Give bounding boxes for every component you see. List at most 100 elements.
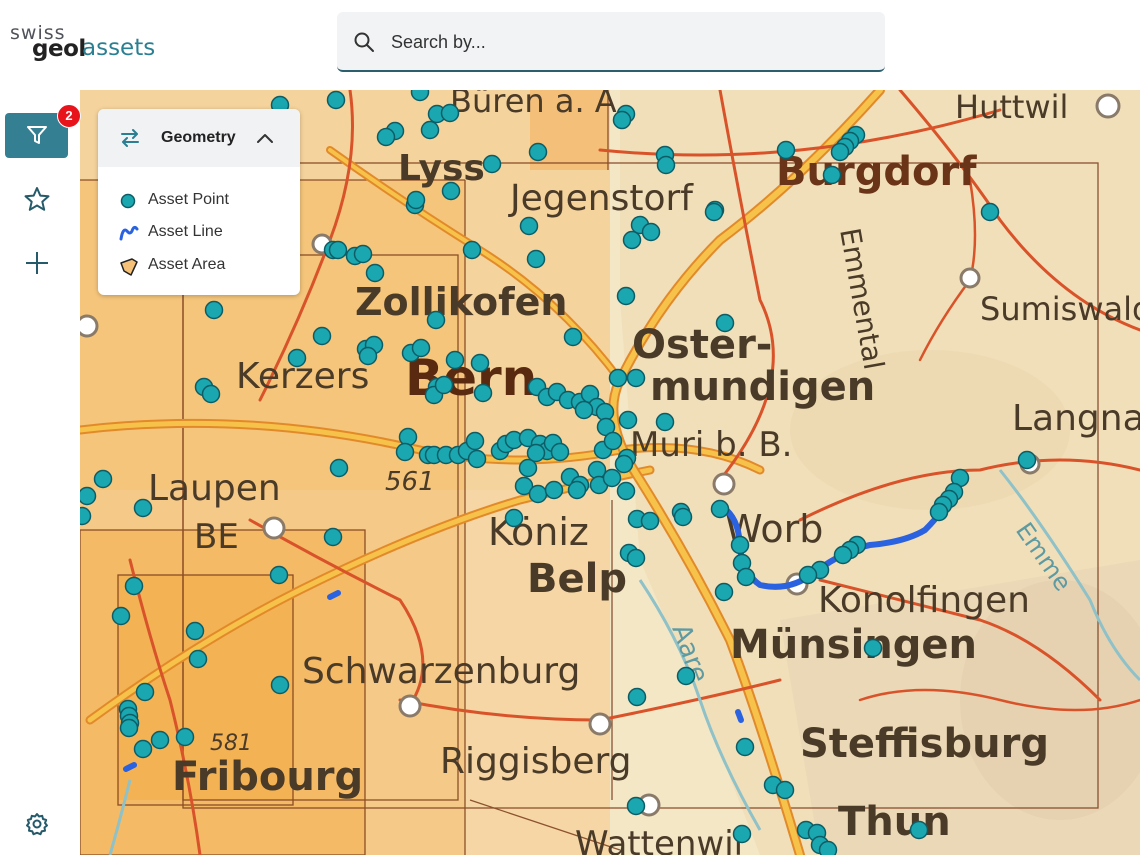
- asset-point-marker[interactable]: [567, 480, 587, 500]
- favorites-button[interactable]: [20, 183, 54, 217]
- asset-point-marker[interactable]: [528, 484, 548, 504]
- asset-point-marker[interactable]: [358, 346, 378, 366]
- asset-point-marker[interactable]: [434, 375, 454, 395]
- asset-point-marker[interactable]: [980, 202, 1000, 222]
- asset-point-marker[interactable]: [119, 718, 139, 738]
- asset-point-marker[interactable]: [656, 155, 676, 175]
- asset-point-marker[interactable]: [715, 313, 735, 333]
- asset-point-marker[interactable]: [201, 384, 221, 404]
- asset-point-marker[interactable]: [526, 249, 546, 269]
- asset-point-marker[interactable]: [1017, 450, 1037, 470]
- add-button[interactable]: [20, 246, 54, 280]
- asset-point-marker[interactable]: [830, 142, 850, 162]
- asset-point-marker[interactable]: [704, 202, 724, 222]
- asset-point-marker[interactable]: [798, 565, 818, 585]
- asset-point-marker[interactable]: [287, 348, 307, 368]
- app-logo[interactable]: swiss geol assets: [10, 22, 170, 66]
- asset-point-marker[interactable]: [470, 353, 490, 373]
- settings-button[interactable]: [20, 807, 54, 841]
- asset-point-marker[interactable]: [188, 649, 208, 669]
- search-bar[interactable]: [337, 12, 885, 72]
- asset-point-marker[interactable]: [482, 154, 502, 174]
- asset-point-marker[interactable]: [445, 350, 465, 370]
- asset-point-marker[interactable]: [111, 606, 131, 626]
- asset-point-marker[interactable]: [614, 454, 634, 474]
- asset-point-marker[interactable]: [80, 486, 97, 506]
- asset-point-marker[interactable]: [465, 431, 485, 451]
- asset-point-marker[interactable]: [618, 410, 638, 430]
- asset-point-marker[interactable]: [730, 535, 750, 555]
- asset-point-marker[interactable]: [616, 481, 636, 501]
- asset-point-marker[interactable]: [526, 443, 546, 463]
- asset-point-marker[interactable]: [622, 230, 642, 250]
- asset-point-marker[interactable]: [406, 190, 426, 210]
- asset-point-marker[interactable]: [550, 442, 570, 462]
- asset-point-marker[interactable]: [929, 502, 949, 522]
- asset-point-marker[interactable]: [124, 576, 144, 596]
- asset-point-marker[interactable]: [833, 545, 853, 565]
- asset-point-marker[interactable]: [612, 110, 632, 130]
- asset-point-marker[interactable]: [544, 480, 564, 500]
- asset-point-marker[interactable]: [411, 338, 431, 358]
- chevron-up-icon[interactable]: [255, 129, 275, 149]
- asset-point-marker[interactable]: [467, 449, 487, 469]
- asset-point-marker[interactable]: [93, 469, 113, 489]
- asset-point-marker[interactable]: [528, 142, 548, 162]
- asset-point-marker[interactable]: [269, 565, 289, 585]
- asset-point-marker[interactable]: [326, 90, 346, 110]
- asset-point-marker[interactable]: [426, 310, 446, 330]
- asset-point-marker[interactable]: [462, 240, 482, 260]
- asset-point-marker[interactable]: [818, 840, 838, 855]
- asset-point-marker[interactable]: [627, 687, 647, 707]
- asset-point-marker[interactable]: [655, 412, 675, 432]
- asset-point-marker[interactable]: [640, 511, 660, 531]
- asset-point-marker[interactable]: [710, 499, 730, 519]
- asset-point-marker[interactable]: [626, 796, 646, 816]
- asset-point-marker[interactable]: [518, 458, 538, 478]
- asset-point-marker[interactable]: [574, 400, 594, 420]
- asset-point-marker[interactable]: [602, 468, 622, 488]
- asset-point-marker[interactable]: [519, 216, 539, 236]
- asset-point-marker[interactable]: [735, 737, 755, 757]
- asset-point-marker[interactable]: [135, 682, 155, 702]
- asset-point-marker[interactable]: [150, 730, 170, 750]
- asset-point-marker[interactable]: [775, 780, 795, 800]
- asset-point-marker[interactable]: [626, 548, 646, 568]
- legend-header[interactable]: Geometry: [98, 109, 300, 167]
- asset-point-marker[interactable]: [420, 120, 440, 140]
- asset-point-marker[interactable]: [736, 567, 756, 587]
- asset-point-marker[interactable]: [776, 140, 796, 160]
- asset-point-marker[interactable]: [714, 582, 734, 602]
- asset-point-marker[interactable]: [270, 675, 290, 695]
- asset-point-marker[interactable]: [133, 498, 153, 518]
- asset-point-marker[interactable]: [563, 327, 583, 347]
- asset-point-marker[interactable]: [80, 506, 92, 526]
- asset-point-marker[interactable]: [641, 222, 661, 242]
- asset-point-marker[interactable]: [504, 508, 524, 528]
- asset-point-marker[interactable]: [603, 431, 623, 451]
- asset-point-marker[interactable]: [863, 638, 883, 658]
- asset-point-marker[interactable]: [608, 368, 628, 388]
- asset-point-marker[interactable]: [732, 824, 752, 844]
- asset-point-marker[interactable]: [185, 621, 205, 641]
- asset-point-marker[interactable]: [626, 368, 646, 388]
- asset-point-marker[interactable]: [175, 727, 195, 747]
- asset-point-marker[interactable]: [353, 244, 373, 264]
- asset-point-marker[interactable]: [440, 103, 460, 123]
- asset-point-marker[interactable]: [329, 458, 349, 478]
- asset-point-marker[interactable]: [441, 181, 461, 201]
- asset-point-marker[interactable]: [133, 739, 153, 759]
- asset-point-marker[interactable]: [587, 460, 607, 480]
- asset-point-marker[interactable]: [204, 300, 224, 320]
- asset-point-marker[interactable]: [398, 427, 418, 447]
- asset-point-marker[interactable]: [328, 240, 348, 260]
- asset-point-marker[interactable]: [365, 263, 385, 283]
- search-input[interactable]: [389, 22, 863, 62]
- asset-point-marker[interactable]: [410, 90, 430, 102]
- asset-point-marker[interactable]: [473, 383, 493, 403]
- asset-point-marker[interactable]: [395, 442, 415, 462]
- asset-point-marker[interactable]: [673, 507, 693, 527]
- asset-point-marker[interactable]: [616, 286, 636, 306]
- asset-point-marker[interactable]: [822, 165, 842, 185]
- asset-point-marker[interactable]: [323, 527, 343, 547]
